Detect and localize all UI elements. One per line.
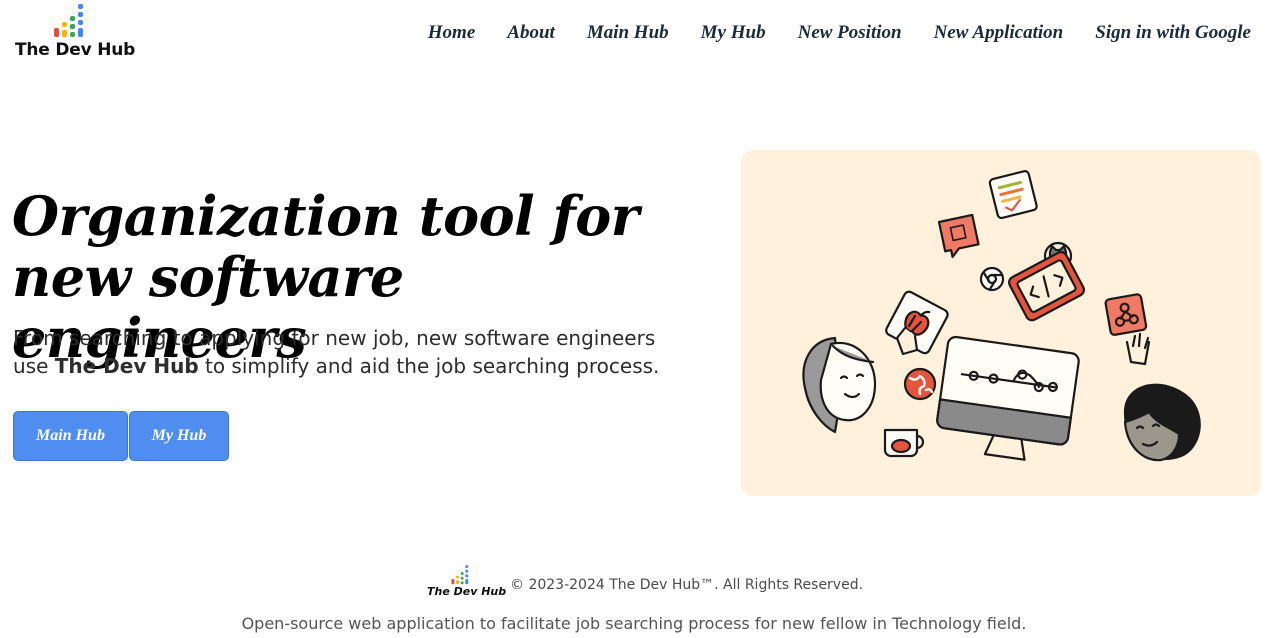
footer: The Dev Hub © 2023-2024 The Dev Hub™. Al… [0,564,1268,600]
brand-name: The Dev Hub [15,40,136,60]
footer-logo[interactable]: The Dev Hub [427,564,506,600]
footer-tagline: Open-source web application to facilitat… [241,614,1027,633]
brand-logo[interactable]: The Dev Hub [14,2,136,62]
footer-brand-name: The Dev Hub [427,585,507,598]
top-navigation: Home About Main Hub My Hub New Position … [428,22,1251,44]
copyright-text: © 2023-2024 The Dev Hub™. All Rights Res… [510,577,864,593]
nav-home[interactable]: Home [428,22,476,44]
developers-illustration-icon [802,170,1201,462]
hero-illustration [741,150,1261,496]
nav-main-hub[interactable]: Main Hub [587,22,669,44]
nav-sign-in-google[interactable]: Sign in with Google [1095,22,1251,44]
hero-title-line-1: Organization tool for [12,184,639,248]
bar-chart-logo-icon [54,4,83,37]
nav-new-application[interactable]: New Application [934,22,1064,44]
main-hub-button[interactable]: Main Hub [13,411,128,461]
hero-subtitle: From searching to applying for new job, … [13,324,693,380]
my-hub-button[interactable]: My Hub [129,411,229,461]
bar-chart-logo-icon [451,565,469,585]
nav-about[interactable]: About [507,22,555,44]
nav-my-hub[interactable]: My Hub [701,22,766,44]
nav-new-position[interactable]: New Position [798,22,902,44]
hero-buttons: Main Hub My Hub [13,411,229,461]
hero-subtitle-part-2: to simplify and aid the job searching pr… [198,354,660,378]
hero-subtitle-brand: The Dev Hub [54,354,199,378]
